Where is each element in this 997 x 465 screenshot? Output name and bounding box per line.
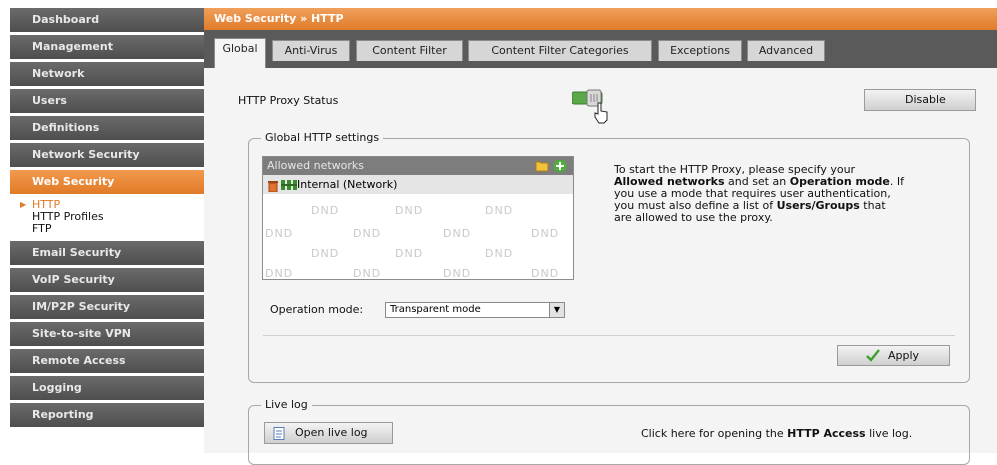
sidebar-item-site-to-site-vpn[interactable]: Site-to-site VPN <box>10 322 204 346</box>
operation-mode-select[interactable]: Transparent mode ▼ <box>385 302 565 318</box>
pointer-cursor-icon <box>592 102 610 124</box>
live-log-text: Click here for opening the <box>641 427 788 440</box>
apply-label: Apply <box>888 349 920 362</box>
dnd-watermark: DND <box>265 227 294 240</box>
live-log-description: Click here for opening the HTTP Access l… <box>641 427 912 440</box>
help-text: To start the HTTP Proxy, please specify … <box>614 164 954 224</box>
tab-anti-virus[interactable]: Anti-Virus <box>272 40 350 61</box>
sidebar-submenu: ▶ HTTP HTTP Profiles FTP <box>10 197 204 238</box>
folder-icon[interactable] <box>535 160 549 172</box>
sidebar-item-users[interactable]: Users <box>10 89 204 113</box>
help-text-part: that <box>859 199 886 212</box>
tab-exceptions[interactable]: Exceptions <box>658 40 742 61</box>
dnd-watermark: DND <box>311 247 340 260</box>
arrow-right-icon: ▶ <box>20 200 27 209</box>
dnd-watermark: DND <box>311 204 340 217</box>
sidebar: Dashboard Management Network Users Defin… <box>10 8 204 453</box>
tab-content-filter[interactable]: Content Filter <box>356 40 463 61</box>
apply-button[interactable]: Apply <box>837 345 950 366</box>
sidebar-item-reporting[interactable]: Reporting <box>10 403 204 427</box>
breadcrumb: Web Security » HTTP <box>204 8 997 30</box>
dnd-watermark: DND <box>353 267 382 280</box>
app-window: Dashboard Management Network Users Defin… <box>0 0 997 465</box>
main-panel: Web Security » HTTP Global Anti-Virus Co… <box>204 8 997 465</box>
dnd-watermark: DND <box>485 204 514 217</box>
sidebar-item-email-security[interactable]: Email Security <box>10 241 204 265</box>
open-live-log-button[interactable]: Open live log <box>264 422 393 444</box>
live-log-bold: HTTP Access <box>787 427 866 440</box>
sidebar-item-definitions[interactable]: Definitions <box>10 116 204 140</box>
panel-divider <box>263 335 955 336</box>
sidebar-item-web-security[interactable]: Web Security <box>10 170 204 194</box>
allowed-networks-list[interactable]: Allowed networks Internal (Network) DND … <box>262 156 574 280</box>
network-item-label: Internal (Network) <box>297 178 398 191</box>
dnd-watermark: DND <box>353 227 382 240</box>
allowed-networks-title: Allowed networks <box>267 159 365 172</box>
help-line: are allowed to use the proxy. <box>614 211 773 224</box>
dnd-watermark: DND <box>395 204 424 217</box>
sidebar-item-remote-access[interactable]: Remote Access <box>10 349 204 373</box>
content-area: HTTP Proxy Status Disable Global HTTP se… <box>204 68 997 465</box>
live-log-text: live log. <box>865 427 913 440</box>
operation-mode-value: Transparent mode <box>390 304 481 315</box>
sidebar-item-network[interactable]: Network <box>10 62 204 86</box>
sidebar-item-voip-security[interactable]: VoIP Security <box>10 268 204 292</box>
sidebar-item-network-security[interactable]: Network Security <box>10 143 204 167</box>
tab-global[interactable]: Global <box>214 38 266 68</box>
operation-mode-label: Operation mode: <box>270 303 364 316</box>
dnd-watermark: DND <box>443 267 472 280</box>
allowed-networks-header: Allowed networks <box>263 157 573 175</box>
dnd-watermark: DND <box>485 247 514 260</box>
dropdown-arrow-icon[interactable]: ▼ <box>549 303 564 317</box>
sidebar-subitem-http-profiles[interactable]: HTTP Profiles <box>32 211 204 223</box>
checkmark-icon <box>866 349 880 362</box>
sidebar-item-dashboard[interactable]: Dashboard <box>10 8 204 32</box>
tab-advanced[interactable]: Advanced <box>747 40 825 61</box>
disable-button[interactable]: Disable <box>864 89 976 111</box>
network-list-item[interactable]: Internal (Network) <box>263 175 573 194</box>
dnd-watermark: DND <box>443 227 472 240</box>
help-bold: Users/Groups <box>776 199 860 212</box>
tab-content-filter-categories[interactable]: Content Filter Categories <box>468 40 652 61</box>
live-log-legend: Live log <box>261 398 312 411</box>
open-live-log-label: Open live log <box>295 426 368 439</box>
delete-icon[interactable] <box>268 179 278 193</box>
dnd-watermark: DND <box>265 267 294 280</box>
dnd-watermark: DND <box>531 227 560 240</box>
network-icon <box>281 178 297 190</box>
help-text-part: . If <box>889 175 904 188</box>
global-settings-legend: Global HTTP settings <box>261 131 384 144</box>
sidebar-subitem-ftp[interactable]: FTP <box>32 223 204 235</box>
dnd-watermark: DND <box>531 267 560 280</box>
sidebar-item-logging[interactable]: Logging <box>10 376 204 400</box>
dnd-watermark: DND <box>395 247 424 260</box>
sidebar-item-im-p2p-security[interactable]: IM/P2P Security <box>10 295 204 319</box>
sidebar-item-management[interactable]: Management <box>10 35 204 59</box>
add-icon[interactable] <box>553 159 567 173</box>
tab-bar: Global Anti-Virus Content Filter Content… <box>204 30 997 68</box>
proxy-status-label: HTTP Proxy Status <box>238 94 339 107</box>
log-icon <box>273 427 286 440</box>
